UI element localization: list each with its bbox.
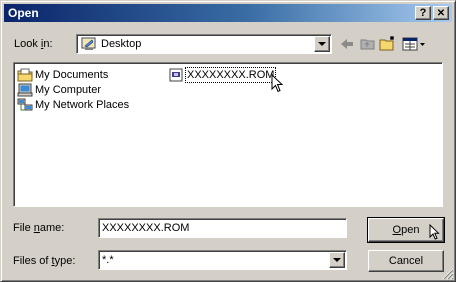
close-icon: ✕ bbox=[436, 8, 446, 19]
title-bar[interactable]: Open ? ✕ bbox=[4, 4, 452, 22]
rom-file-icon bbox=[169, 68, 183, 82]
close-button[interactable]: ✕ bbox=[433, 6, 449, 20]
up-folder-icon[interactable] bbox=[360, 37, 376, 51]
file-type-value: *.* bbox=[102, 254, 114, 266]
new-folder-icon[interactable] bbox=[379, 35, 397, 51]
size-grip-icon[interactable] bbox=[442, 268, 454, 280]
file-type-dropdown-arrow[interactable] bbox=[329, 252, 345, 268]
desktop-icon bbox=[81, 37, 96, 50]
help-button[interactable]: ? bbox=[415, 6, 431, 20]
look-in-dropdown-arrow[interactable] bbox=[314, 36, 330, 52]
file-list[interactable]: My Documents My Computer My Network Plac… bbox=[13, 62, 443, 207]
my-documents-icon bbox=[17, 68, 33, 82]
view-menu-icon[interactable] bbox=[402, 36, 428, 52]
mouse-cursor-icon bbox=[271, 74, 284, 93]
open-dialog: Open ? ✕ Look in: Desktop My Documents M… bbox=[0, 0, 456, 282]
file-name-label: File name: bbox=[13, 222, 65, 234]
mouse-cursor-icon bbox=[429, 224, 440, 240]
look-in-combobox[interactable]: Desktop bbox=[76, 34, 332, 54]
file-type-combobox[interactable]: *.* bbox=[98, 250, 347, 270]
cancel-button[interactable]: Cancel bbox=[368, 250, 444, 272]
network-places-icon bbox=[17, 98, 33, 111]
look-in-label: Look in: bbox=[14, 38, 53, 50]
file-type-label: Files of type: bbox=[13, 255, 76, 267]
dialog-title: Open bbox=[8, 6, 39, 20]
open-button[interactable]: Open bbox=[367, 217, 445, 243]
back-icon[interactable] bbox=[339, 37, 355, 51]
my-computer-icon bbox=[17, 83, 33, 97]
file-name-input[interactable]: XXXXXXXX.ROM bbox=[98, 218, 347, 238]
look-in-value: Desktop bbox=[101, 38, 142, 50]
